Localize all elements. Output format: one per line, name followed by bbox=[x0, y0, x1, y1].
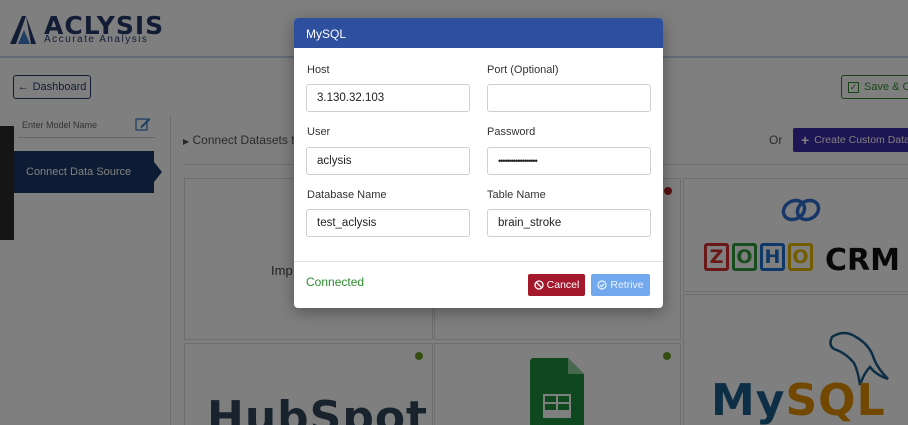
password-input[interactable] bbox=[487, 147, 651, 175]
connection-status: Connected bbox=[306, 275, 365, 289]
database-name-input[interactable] bbox=[306, 209, 470, 237]
user-label: User bbox=[307, 126, 331, 138]
user-input[interactable] bbox=[306, 147, 470, 175]
dialog-title: MySQL bbox=[294, 18, 663, 48]
table-name-input[interactable] bbox=[487, 209, 651, 237]
ban-icon bbox=[534, 280, 544, 290]
table-name-label: Table Name bbox=[487, 189, 546, 201]
retrive-button[interactable]: Retrive bbox=[591, 274, 650, 296]
mysql-connection-dialog: MySQL Host Port (Optional) User Password… bbox=[294, 18, 663, 308]
retrive-button-label: Retrive bbox=[610, 279, 644, 291]
port-label: Port (Optional) bbox=[487, 64, 559, 76]
host-label: Host bbox=[307, 64, 330, 76]
cancel-button-label: Cancel bbox=[546, 279, 580, 291]
password-label: Password bbox=[487, 126, 536, 138]
dialog-footer-divider bbox=[294, 261, 663, 262]
cancel-button[interactable]: Cancel bbox=[528, 274, 585, 296]
port-input[interactable] bbox=[487, 84, 651, 112]
host-input[interactable] bbox=[306, 84, 470, 112]
database-name-label: Database Name bbox=[307, 189, 387, 201]
check-circle-icon bbox=[597, 280, 607, 290]
